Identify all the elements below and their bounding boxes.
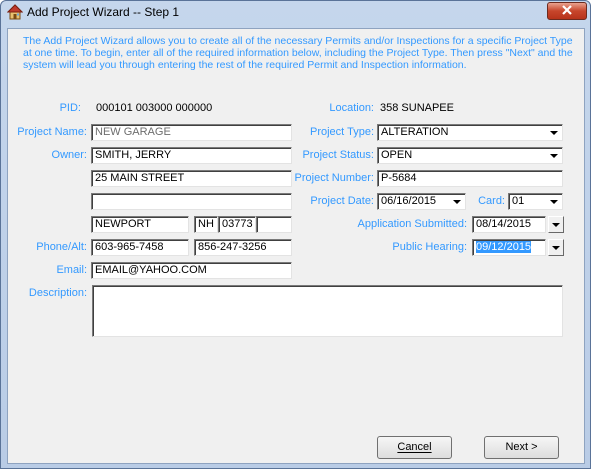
project-status-value: OPEN	[381, 149, 413, 161]
project-name-field[interactable]: NEW GARAGE	[91, 124, 292, 141]
chevron-down-icon[interactable]	[546, 126, 561, 139]
email-label: Email:	[56, 264, 87, 276]
close-button[interactable]	[547, 2, 587, 20]
public-hearing-label: Public Hearing:	[392, 241, 467, 253]
project-date-picker[interactable]: 06/16/2015	[377, 193, 466, 210]
chevron-down-icon	[552, 245, 560, 250]
owner-field[interactable]: SMITH, JERRY	[91, 147, 292, 164]
intro-text: The Add Project Wizard allows you to cre…	[23, 35, 573, 71]
project-date-label: Project Date:	[310, 195, 374, 207]
chevron-down-icon	[552, 222, 560, 227]
house-icon	[6, 4, 24, 20]
owner-label: Owner:	[51, 149, 87, 161]
project-type-label: Project Type:	[310, 126, 374, 138]
title-bar[interactable]: Add Project Wizard -- Step 1	[1, 1, 590, 23]
cancel-button[interactable]: Cancel	[377, 436, 452, 459]
project-date-value: 06/16/2015	[381, 195, 437, 207]
pid-value: 000101 003000 000000	[96, 102, 213, 114]
zip-field[interactable]: 03773	[218, 216, 256, 233]
description-textarea[interactable]	[92, 285, 563, 337]
card-label: Card:	[478, 195, 505, 207]
address-line1-field[interactable]: 25 MAIN STREET	[91, 170, 292, 187]
city-field[interactable]: NEWPORT	[91, 216, 189, 233]
chevron-down-icon[interactable]	[449, 195, 464, 208]
cancel-button-label: Cancel	[397, 441, 432, 453]
wizard-window: Add Project Wizard -- Step 1 The Add Pro…	[0, 0, 591, 469]
window-title: Add Project Wizard -- Step 1	[27, 5, 180, 19]
project-status-label: Project Status:	[302, 149, 374, 161]
card-value: 01	[512, 195, 525, 207]
project-type-select[interactable]: ALTERATION	[377, 124, 563, 141]
zip4-field[interactable]	[256, 216, 292, 233]
project-type-value: ALTERATION	[381, 126, 449, 138]
application-submitted-label: Application Submitted:	[357, 218, 467, 230]
application-submitted-field[interactable]: 08/14/2015	[472, 216, 546, 233]
project-name-label: Project Name:	[17, 126, 87, 138]
project-number-label: Project Number:	[294, 172, 374, 184]
card-select[interactable]: 01	[508, 193, 563, 210]
next-button-label: Next >	[505, 441, 538, 453]
state-field[interactable]: NH	[194, 216, 218, 233]
close-icon	[561, 4, 573, 18]
wizard-body: The Add Project Wizard allows you to cre…	[7, 28, 585, 464]
pid-label: PID:	[59, 102, 81, 114]
location-label: Location:	[329, 102, 374, 114]
address-line2-field[interactable]	[91, 193, 292, 210]
next-button[interactable]: Next >	[484, 436, 559, 459]
alt-phone-field[interactable]: 856-247-3256	[194, 239, 292, 256]
project-status-select[interactable]: OPEN	[377, 147, 563, 164]
description-label: Description:	[28, 287, 87, 299]
phone-label: Phone/Alt:	[36, 241, 87, 253]
email-field[interactable]: EMAIL@YAHOO.COM	[91, 262, 292, 279]
project-number-field[interactable]: P-5684	[377, 170, 563, 187]
public-hearing-field[interactable]: 09/12/2015	[472, 239, 546, 256]
location-value: 358 SUNAPEE	[380, 102, 454, 114]
chevron-down-icon[interactable]	[546, 195, 561, 208]
application-submitted-dropdown[interactable]	[548, 216, 564, 233]
public-hearing-value: 09/12/2015	[476, 241, 532, 253]
phone-field[interactable]: 603-965-7458	[91, 239, 189, 256]
chevron-down-icon[interactable]	[546, 149, 561, 162]
public-hearing-dropdown[interactable]	[548, 239, 564, 256]
